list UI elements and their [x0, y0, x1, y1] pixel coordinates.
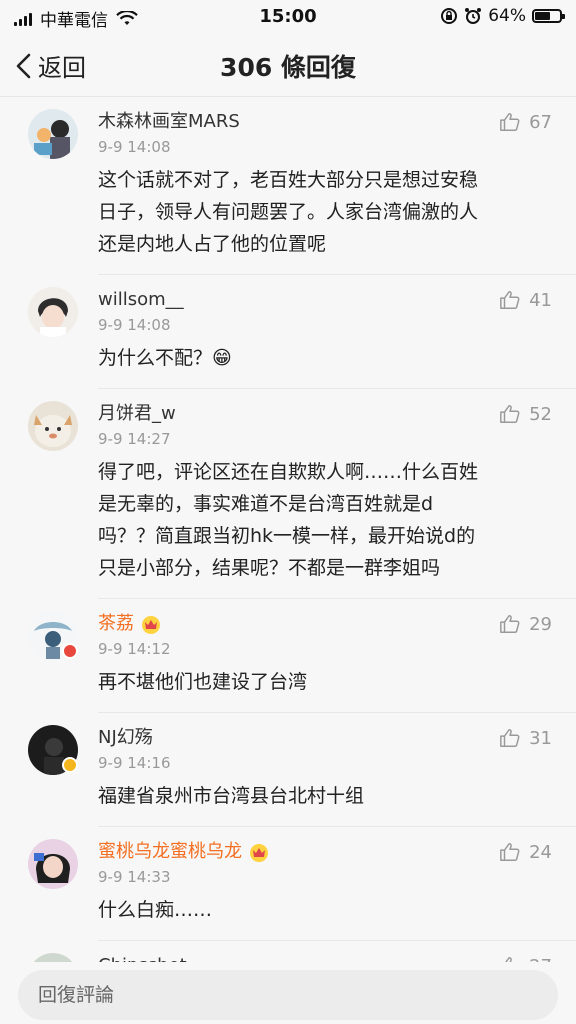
like-button[interactable]: 52 — [499, 403, 552, 425]
avatar[interactable] — [28, 109, 78, 159]
like-count: 29 — [529, 613, 552, 635]
comment-text[interactable]: 福建省泉州市台湾县台北村十组 — [98, 780, 576, 812]
thumbs-up-icon — [500, 843, 520, 861]
comment-item: 月饼君_w 9-9 14:27 得了吧，评论区还在自欺欺人啊……什么百姓 是无辜… — [28, 389, 576, 599]
author-name: 茶荔 — [98, 613, 134, 634]
comment-text[interactable]: 为什么不配？😁 — [98, 342, 576, 374]
verified-badge-red — [62, 643, 78, 659]
status-icons: 64% — [440, 6, 565, 26]
author-name: 蜜桃乌龙蜜桃乌龙 — [98, 841, 242, 862]
reply-bar: 回復評論 — [0, 962, 576, 1024]
comment-text[interactable]: 再不堪他们也建设了台湾 — [98, 666, 576, 698]
vip-crown-icon — [142, 616, 160, 634]
page-title: 306 條回復 — [220, 53, 356, 82]
status-bar: 中華電信 15:00 64% — [0, 0, 576, 34]
comment-item: 木森林画室MARS 9-9 14:08 这个话就不对了，老百姓大部分只是想过安稳… — [28, 97, 576, 275]
verified-badge-yellow — [62, 757, 78, 773]
vip-crown-icon — [250, 844, 268, 862]
rotation-lock-icon — [441, 8, 458, 24]
like-button[interactable]: 67 — [499, 111, 552, 133]
comment-time: 9-9 14:08 — [98, 316, 171, 334]
comment-item: willsom__ 9-9 14:08 为什么不配？😁 41 — [28, 275, 576, 389]
comment-time: 9-9 14:33 — [98, 868, 171, 886]
comment-time: 9-9 14:08 — [98, 138, 171, 156]
like-button[interactable]: 41 — [499, 289, 552, 311]
comment-text[interactable]: 得了吧，评论区还在自欺欺人啊……什么百姓 是无辜的，事实难道不是台湾百姓就是d … — [98, 456, 576, 584]
comment-time: 9-9 14:27 — [98, 430, 171, 448]
like-button[interactable]: 29 — [499, 613, 552, 635]
like-count: 31 — [529, 727, 552, 749]
like-button[interactable]: 24 — [499, 841, 552, 863]
nav-bar: 返回 306 條回復 — [0, 34, 576, 97]
avatar[interactable] — [28, 401, 78, 451]
like-count: 24 — [529, 841, 552, 863]
comment-time: 9-9 14:12 — [98, 640, 171, 658]
avatar[interactable] — [28, 287, 78, 337]
comment-item: NJ幻殇 9-9 14:16 福建省泉州市台湾县台北村十组 31 — [28, 713, 576, 827]
thumbs-up-icon — [500, 729, 520, 747]
thumbs-up-icon — [500, 113, 520, 131]
comment-text[interactable]: 什么白痴…… — [98, 894, 576, 926]
like-button[interactable]: 31 — [499, 727, 552, 749]
like-count: 67 — [529, 111, 552, 133]
like-count: 41 — [529, 289, 552, 311]
battery-icon — [532, 9, 565, 23]
comment-item: Chipsshot 27 — [28, 941, 576, 963]
avatar[interactable] — [28, 839, 78, 889]
reply-input[interactable]: 回復評論 — [18, 970, 558, 1020]
thumbs-up-icon — [500, 615, 520, 633]
like-count: 52 — [529, 403, 552, 425]
comment-text[interactable]: 这个话就不对了，老百姓大部分只是想过安稳 日子，领导人有问题罢了。人家台湾偏激的… — [98, 164, 576, 260]
thumbs-up-icon — [500, 405, 520, 423]
alarm-icon — [465, 8, 482, 24]
comment-list[interactable]: 木森林画室MARS 9-9 14:08 这个话就不对了，老百姓大部分只是想过安稳… — [0, 97, 576, 963]
comment-item: 蜜桃乌龙蜜桃乌龙 9-9 14:33 什么白痴…… 24 — [28, 827, 576, 941]
comment-item: 茶荔 9-9 14:12 再不堪他们也建设了台湾 29 — [28, 599, 576, 713]
battery-percent: 64% — [488, 6, 526, 26]
thumbs-up-icon — [500, 291, 520, 309]
comment-time: 9-9 14:16 — [98, 754, 171, 772]
